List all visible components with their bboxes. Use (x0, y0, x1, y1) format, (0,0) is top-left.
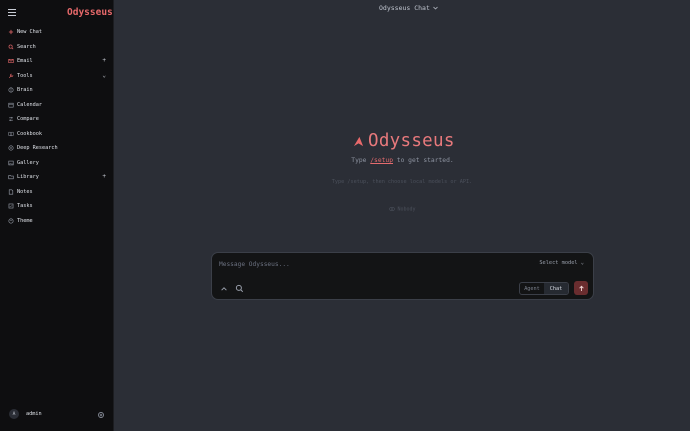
wrench-icon (7, 72, 15, 80)
sidebar-item-gallery[interactable]: Gallery (0, 156, 114, 171)
sidebar-item-label: Search (17, 43, 36, 50)
eye-icon (389, 207, 396, 211)
setup-hint: Type /setup, then choose local models or… (331, 179, 473, 185)
brand-name: Odysseus (67, 7, 113, 18)
sidebar-item-label: Tools (17, 72, 33, 79)
sidebar-item-label: Email (17, 58, 33, 65)
sidebar-item-label: Notes (17, 188, 33, 195)
sidebar-item-deep-research[interactable]: Deep Research (0, 141, 114, 156)
subtitle-text: to get started. (393, 157, 454, 164)
sidebar-item-label: Brain (17, 87, 33, 94)
mode-agent[interactable]: Agent (520, 283, 544, 294)
add-button[interactable]: + (102, 173, 106, 180)
sidebar-item-email[interactable]: Email + (0, 54, 114, 69)
calendar-icon (7, 101, 15, 109)
sidebar-header: Odysseus (0, 0, 114, 26)
user-profile[interactable]: A admin (9, 409, 42, 419)
sidebar-item-library[interactable]: Library + (0, 170, 114, 185)
chevron-up-icon[interactable] (220, 285, 228, 293)
hero-title: Odysseus (353, 131, 455, 151)
avatar: A (9, 409, 19, 419)
checklist-icon (7, 202, 15, 210)
sidebar-item-new-chat[interactable]: New Chat (0, 25, 114, 40)
sidebar-item-cookbook[interactable]: Cookbook (0, 127, 114, 142)
book-icon (7, 130, 15, 138)
sidebar-item-tools[interactable]: Tools ⌄ (0, 69, 114, 84)
sidebar: Odysseus New Chat Search Email + Tools ⌄ Brain… (0, 0, 114, 431)
folder-icon (7, 173, 15, 181)
menu-icon[interactable] (8, 9, 16, 16)
mode-toggle: Agent Chat (519, 282, 569, 295)
model-switcher[interactable]: Odysseus Chat (379, 4, 438, 12)
username: admin (26, 411, 42, 417)
research-icon (7, 144, 15, 152)
sidebar-nav: New Chat Search Email + Tools ⌄ Brain Calendar C… (0, 25, 114, 228)
sail-logo-icon (353, 136, 364, 146)
hero-subtitle: Type /setup to get started. (115, 157, 690, 164)
hero-title-text: Odysseus (368, 131, 455, 151)
palette-icon (7, 217, 15, 225)
sidebar-item-label: Cookbook (17, 130, 42, 137)
sidebar-item-label: Theme (17, 217, 33, 224)
add-button[interactable]: + (102, 57, 106, 64)
message-composer: Select model ⌄ Agent Chat (211, 252, 594, 300)
presence-indicator: Nobody (115, 206, 690, 213)
sidebar-item-tasks[interactable]: Tasks (0, 199, 114, 214)
sidebar-item-label: Deep Research (17, 145, 58, 152)
sidebar-item-brain[interactable]: Brain (0, 83, 114, 98)
send-button[interactable] (574, 281, 588, 295)
sidebar-item-search[interactable]: Search (0, 40, 114, 55)
sidebar-item-label: Library (17, 174, 39, 181)
presence-text: Nobody (397, 206, 416, 213)
main-area: Odysseus Chat Odysseus Type /setup to ge… (115, 0, 690, 431)
sidebar-item-label: Gallery (17, 159, 39, 166)
compare-icon (7, 115, 15, 123)
sidebar-item-compare[interactable]: Compare (0, 112, 114, 127)
arrow-up-icon (578, 285, 584, 291)
model-switcher-label: Odysseus Chat (379, 4, 430, 12)
image-icon (7, 159, 15, 167)
search-icon (7, 43, 15, 51)
sidebar-item-label: Tasks (17, 203, 33, 210)
sidebar-item-calendar[interactable]: Calendar (0, 98, 114, 113)
sidebar-item-theme[interactable]: Theme (0, 214, 114, 229)
brain-icon (7, 86, 15, 94)
message-input[interactable] (217, 258, 521, 270)
sidebar-item-label: New Chat (17, 29, 42, 36)
sidebar-item-notes[interactable]: Notes (0, 185, 114, 200)
mode-chat[interactable]: Chat (544, 283, 568, 294)
note-icon (7, 188, 15, 196)
expand-toggle[interactable]: ⌄ (102, 72, 106, 79)
subtitle-text: Type (351, 157, 371, 164)
plus-icon (7, 28, 15, 36)
sidebar-item-label: Calendar (17, 101, 42, 108)
mail-icon (7, 57, 15, 65)
search-icon[interactable] (235, 284, 244, 293)
sidebar-item-label: Compare (17, 116, 39, 123)
model-select[interactable]: Select model ⌄ (539, 260, 584, 266)
chevron-down-icon (433, 6, 438, 10)
setup-link[interactable]: /setup (370, 157, 393, 164)
gear-icon[interactable] (97, 411, 105, 419)
